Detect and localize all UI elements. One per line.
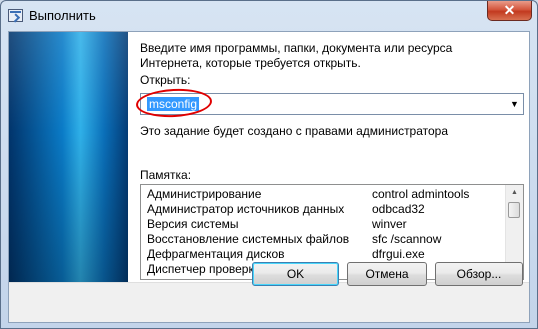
list-item[interactable]: Восстановление системных файлов sfc /sca… [147,232,507,247]
list-item-name: Версия системы [147,217,239,231]
list-item-command: dfrgui.exe [372,247,425,261]
list-item-name: Администрирование [147,187,262,201]
instruction-text: Введите имя программы, папки, документа … [140,41,520,71]
list-item-command: odbcad32 [372,202,425,216]
list-item[interactable]: Дефрагментация дисков dfrgui.exe [147,247,507,262]
button-area [9,282,529,322]
instruction-line-1: Введите имя программы, папки, документа … [140,41,453,55]
list-item-command: winver [372,217,407,231]
instruction-line-2: Интернета, которые требуется открыть. [140,56,361,70]
list-item[interactable]: Администратор источников данных odbcad32 [147,202,507,217]
list-item-name: Дефрагментация дисков [147,247,285,261]
list-item-name: Администратор источников данных [147,202,345,216]
browse-button[interactable]: Обзор... [435,262,523,286]
window-title: Выполнить [29,8,96,23]
cancel-button[interactable]: Отмена [347,262,427,286]
memo-label: Памятка: [140,168,192,182]
list-item[interactable]: Администрирование control admintools [147,187,507,202]
scroll-up-icon[interactable]: ▲ [506,185,523,201]
list-item[interactable]: Версия системы winver [147,217,507,232]
chevron-down-icon[interactable]: ▼ [506,94,523,114]
admin-note: Это задание будет создано с правами адми… [140,124,449,138]
decorative-banner [9,32,128,282]
close-button[interactable]: ✕ [487,1,532,21]
list-item-command: sfc /scannow [372,232,442,246]
list-item-command: control admintools [372,187,470,201]
ok-button[interactable]: OK [252,262,339,286]
title-bar[interactable]: Выполнить ✕ [1,1,537,31]
list-item-name: Восстановление системных файлов [147,232,350,246]
run-dialog-window: Выполнить ✕ Введите имя программы, папки… [0,0,538,329]
run-dialog-icon [8,9,23,22]
scrollbar-thumb[interactable] [508,202,520,218]
open-label: Открыть: [140,73,191,87]
